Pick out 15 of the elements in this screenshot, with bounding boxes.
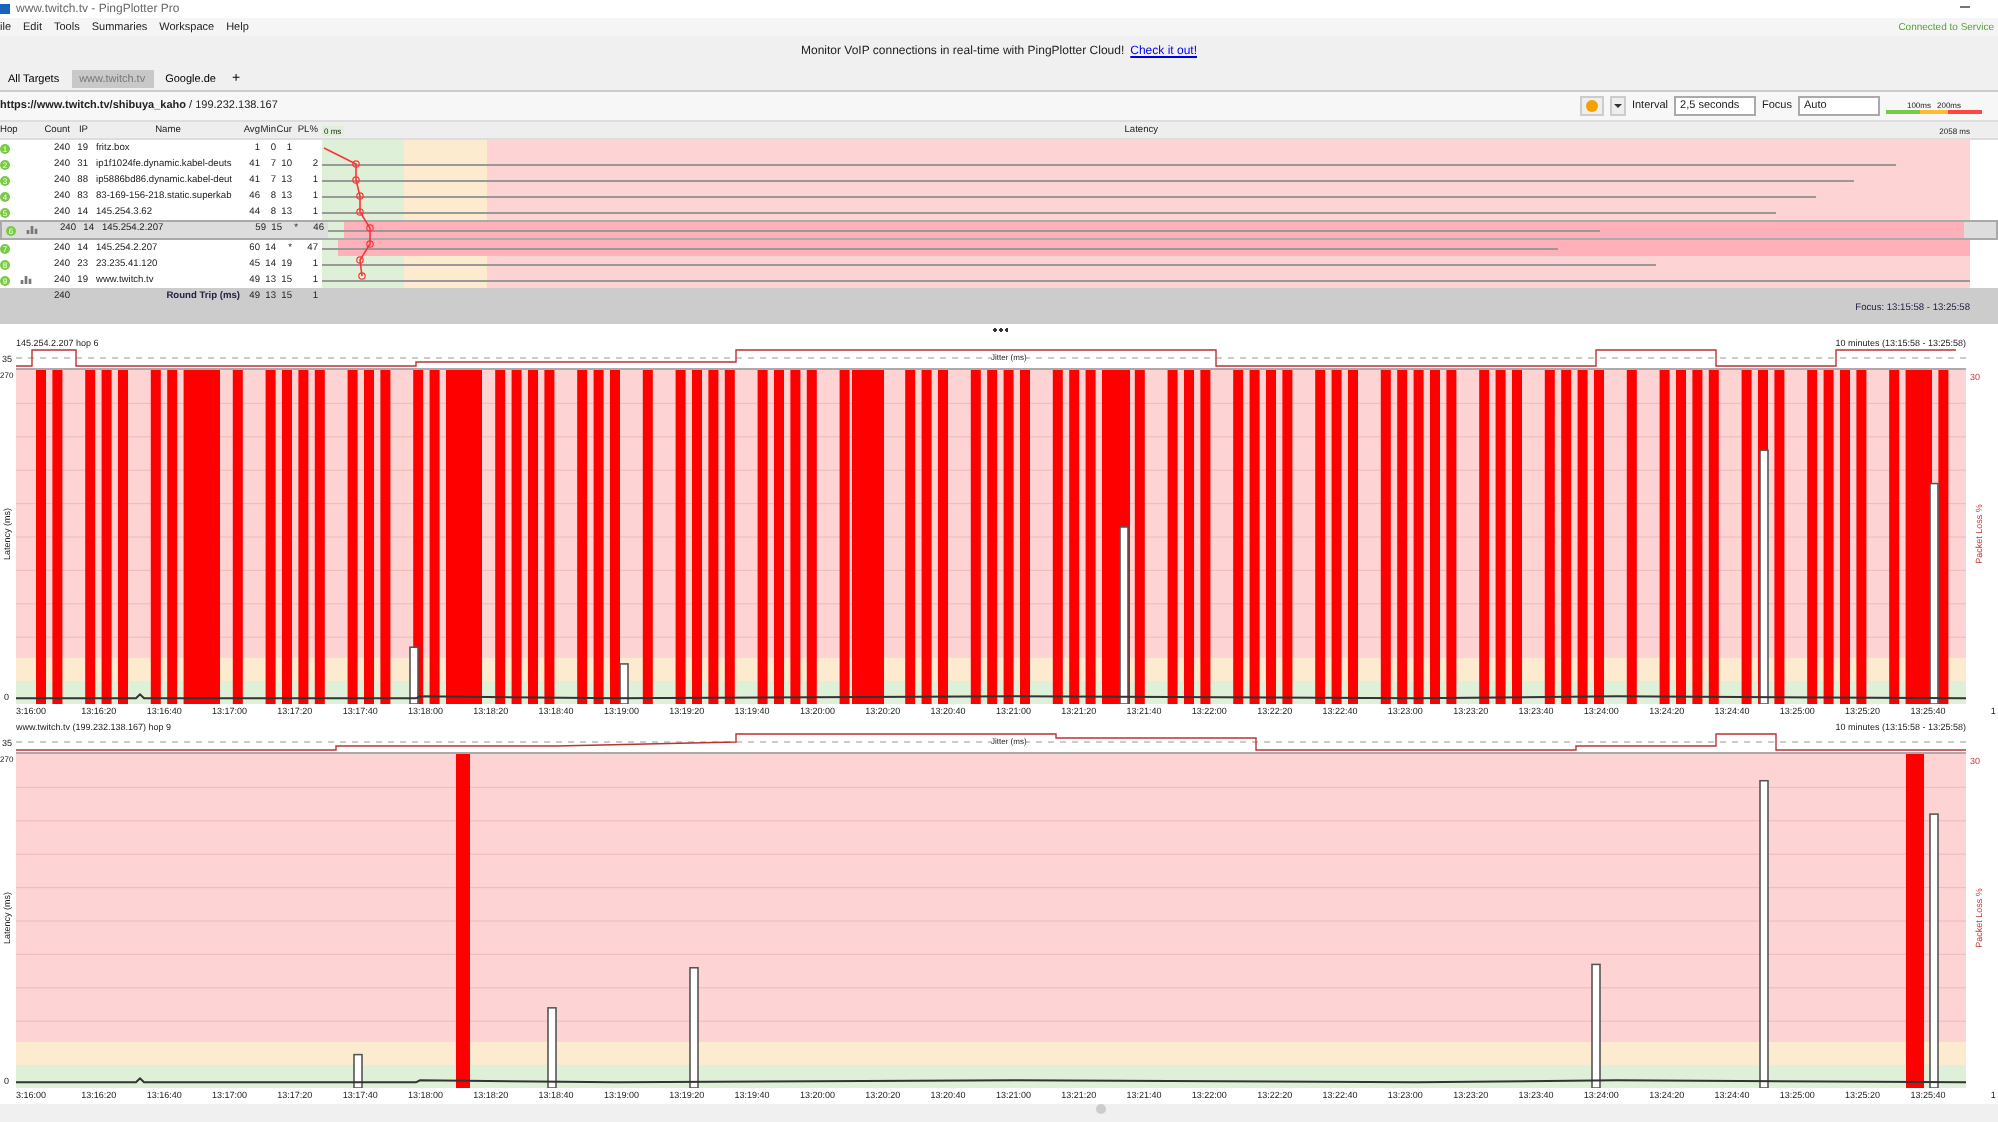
latency-spike: [1591, 963, 1601, 1088]
latency-spike: [689, 966, 699, 1088]
graph-icon[interactable]: [20, 276, 32, 284]
dropdown-button[interactable]: [1609, 96, 1626, 116]
latency-scale-bar: [1886, 109, 1982, 113]
latency-spike: [547, 1007, 557, 1088]
splitter-handle[interactable]: [991, 328, 1007, 332]
scroll-thumb[interactable]: [1096, 1104, 1106, 1114]
minimize-icon[interactable]: [1960, 6, 1970, 9]
app-icon: [0, 4, 10, 14]
latency-spike: [353, 1053, 363, 1088]
graph-icon[interactable]: [26, 226, 38, 234]
caret-icon: [1613, 104, 1622, 108]
latency-spike: [409, 646, 419, 704]
pause-icon: [1585, 100, 1598, 112]
